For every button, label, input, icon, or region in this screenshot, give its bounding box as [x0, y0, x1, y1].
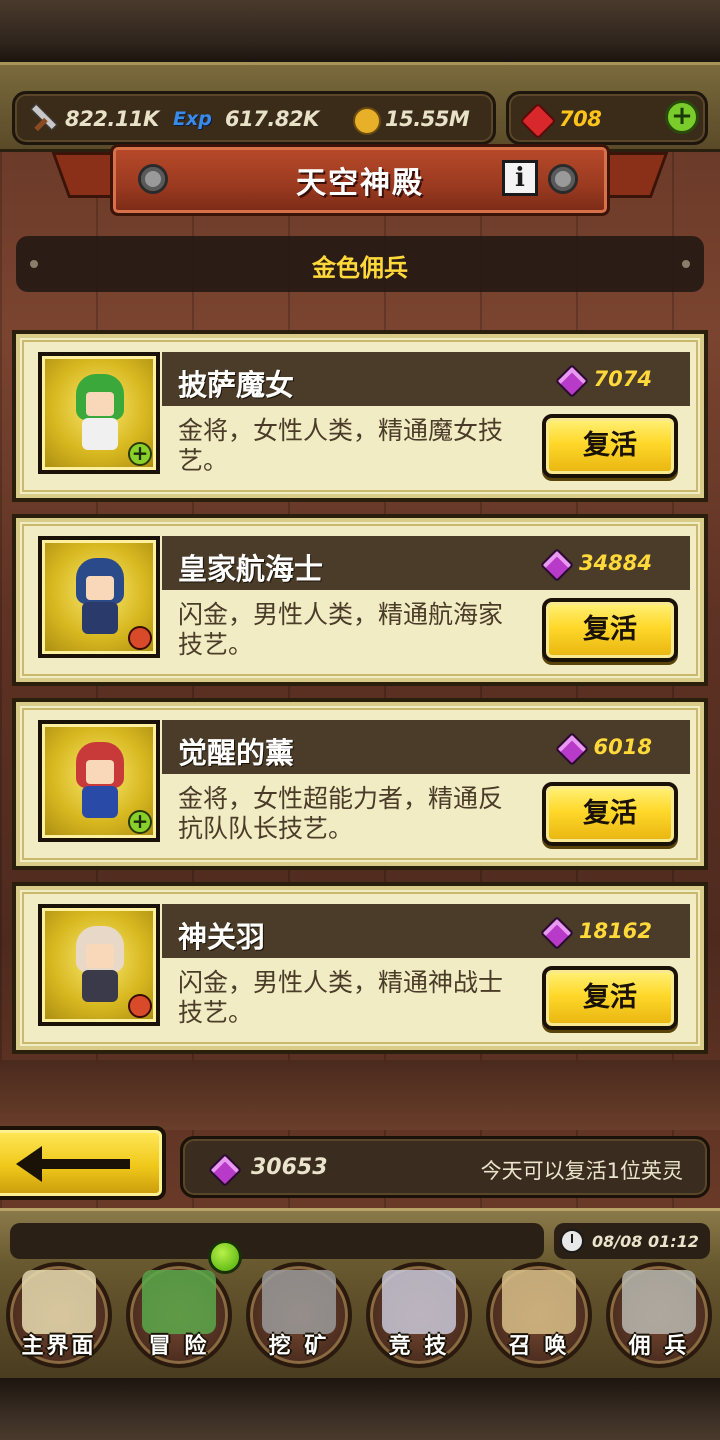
message-bar	[10, 1223, 544, 1259]
revive-limit-note: 今天可以复活1位英灵	[480, 1159, 683, 1183]
revive-button[interactable]: 复活	[542, 966, 678, 1030]
ruby-icon	[519, 102, 553, 136]
gold: 15.55M	[345, 101, 470, 137]
plus-badge-icon: +	[128, 442, 152, 466]
gem-icon	[556, 732, 584, 762]
revive-cost: 18162	[541, 916, 652, 946]
back-button[interactable]	[0, 1126, 166, 1200]
hall-floor	[0, 1060, 720, 1130]
status-strip: 08/08 01:12	[0, 1208, 720, 1262]
gem-icon	[541, 916, 569, 946]
island-icon	[142, 1270, 216, 1334]
fire-badge-icon	[128, 626, 152, 650]
cost-value: 7074	[593, 367, 652, 391]
clock-display: 08/08 01:12	[554, 1223, 710, 1259]
gem-balance: 30653	[251, 1155, 328, 1180]
hero-portrait[interactable]: +	[38, 352, 160, 474]
map-scroll-icon	[22, 1270, 96, 1334]
nav-item-adventure[interactable]: 冒 险	[120, 1260, 238, 1374]
gem-balance-panel: 30653 今天可以复活1位英灵	[180, 1136, 710, 1198]
hero-description: 闪金，男性人类，精通航海家技艺。	[178, 600, 504, 659]
gold-coin-icon	[345, 102, 381, 136]
revive-button[interactable]: 复活	[542, 782, 678, 846]
sword-icon	[25, 102, 59, 136]
resource-bar: 822.11K Exp 617.82K 15.55M 708 +	[0, 62, 720, 152]
pickaxe-icon	[262, 1270, 336, 1334]
tent-icon	[622, 1270, 696, 1334]
hero-name: 披萨魔女	[178, 368, 295, 402]
nav-item-summon[interactable]: 召 唤	[480, 1260, 598, 1374]
hero-portrait[interactable]	[38, 904, 160, 1026]
nav-item-mercenary[interactable]: 佣 兵	[600, 1260, 718, 1374]
category-bar: 金色佣兵	[16, 236, 704, 292]
map-background-top	[0, 0, 720, 62]
summon-scroll-icon	[502, 1270, 576, 1334]
attack-value: 822.11K	[65, 107, 159, 131]
map-background-bottom	[0, 1378, 720, 1440]
revive-button[interactable]: 复活	[542, 414, 678, 478]
hero-sprite	[72, 558, 128, 636]
crossed-swords-icon	[382, 1270, 456, 1334]
hero-card: 皇家航海士 34884 闪金，男性人类，精通航海家技艺。 复活	[12, 514, 708, 686]
attack-power: 822.11K	[25, 101, 159, 137]
nav-item-arena[interactable]: 竞 技	[360, 1260, 478, 1374]
hero-card: + 披萨魔女 7074 金将，女性人类，精通魔女技艺。 复活	[12, 330, 708, 502]
hero-name-strip: 神关羽 18162	[162, 904, 690, 958]
cost-value: 6018	[593, 735, 652, 759]
hero-name-strip: 皇家航海士 34884	[162, 536, 690, 590]
title-banner: 天空神殿 i	[51, 140, 669, 222]
fire-badge-icon	[128, 994, 152, 1018]
hero-card: + 觉醒的薰 6018 金将，女性超能力者，精通反抗队队长技艺。 复活	[12, 698, 708, 870]
hero-name: 觉醒的薰	[178, 736, 295, 770]
hero-portrait[interactable]	[38, 536, 160, 658]
clock-icon	[560, 1229, 584, 1253]
revive-cost: 7074	[556, 364, 652, 394]
hero-name: 皇家航海士	[178, 552, 324, 586]
info-button[interactable]: i	[502, 160, 538, 196]
cost-value: 18162	[578, 919, 652, 943]
exp-value: 617.82K	[225, 107, 319, 131]
currency-panel: 822.11K Exp 617.82K 15.55M	[12, 91, 496, 145]
gold-value: 15.55M	[385, 107, 470, 131]
experience: Exp 617.82K	[173, 101, 319, 137]
hero-sprite	[72, 742, 128, 820]
hero-description: 金将，女性超能力者，精通反抗队队长技艺。	[178, 784, 504, 843]
hero-name-strip: 披萨魔女 7074	[162, 352, 690, 406]
exp-icon: Exp	[173, 108, 212, 130]
gem-icon	[541, 548, 569, 578]
hero-name: 神关羽	[178, 920, 266, 954]
hero-sprite	[72, 926, 128, 1004]
add-ruby-button[interactable]: +	[665, 100, 699, 134]
revive-cost: 6018	[556, 732, 652, 762]
category-dot-right	[682, 260, 690, 268]
hero-portrait[interactable]: +	[38, 720, 160, 842]
category-label: 金色佣兵	[312, 254, 408, 282]
cost-value: 34884	[578, 551, 652, 575]
datetime: 08/08 01:12	[592, 1231, 699, 1251]
gem-icon	[209, 1153, 237, 1183]
bottom-navigation: 主界面 冒 险 挖 矿 竞 技 召 唤 佣 兵	[0, 1260, 720, 1378]
ruby-value: 708	[559, 107, 602, 131]
plus-badge-icon: +	[128, 810, 152, 834]
ruby: 708	[519, 101, 602, 137]
hero-description: 金将，女性人类，精通魔女技艺。	[178, 416, 504, 475]
gem-icon	[556, 364, 584, 394]
hero-card: 神关羽 18162 闪金，男性人类，精通神战士技艺。 复活	[12, 882, 708, 1054]
hero-description: 闪金，男性人类，精通神战士技艺。	[178, 968, 504, 1027]
ruby-panel: 708 +	[506, 91, 708, 145]
revive-cost: 34884	[541, 548, 652, 578]
hero-sprite	[72, 374, 128, 452]
notification-dot-icon	[208, 1240, 242, 1274]
nav-item-main[interactable]: 主界面	[0, 1260, 118, 1374]
hero-name-strip: 觉醒的薰 6018	[162, 720, 690, 774]
revive-button[interactable]: 复活	[542, 598, 678, 662]
nav-item-mining[interactable]: 挖 矿	[240, 1260, 358, 1374]
